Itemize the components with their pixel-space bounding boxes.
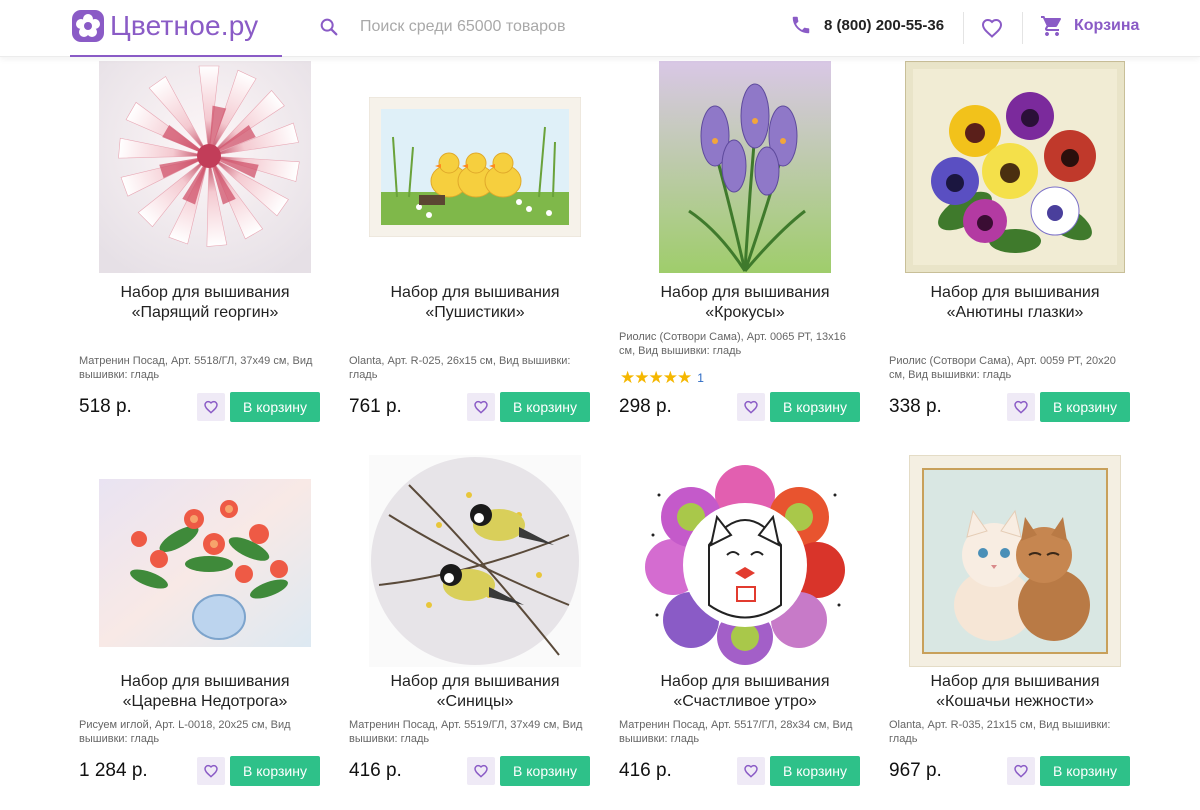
product-price: 1 284 р. (79, 760, 148, 781)
product-image[interactable] (340, 57, 610, 277)
add-to-favorites-button[interactable] (737, 393, 765, 421)
product-price: 338 р. (889, 396, 942, 417)
header-divider (963, 12, 964, 44)
product-image[interactable] (880, 451, 1150, 671)
heart-icon (474, 400, 488, 414)
product-title[interactable]: Набор для вышивания «Парящий георгин» (70, 283, 340, 323)
product-meta: Матренин Посад, Арт. 5518/ГЛ, 37х49 см, … (79, 355, 313, 381)
balsam-vase-image (99, 479, 311, 647)
product-title[interactable]: Набор для вышивания «Пушистики» (340, 283, 610, 323)
add-to-favorites-button[interactable] (737, 757, 765, 785)
search-input[interactable] (360, 18, 720, 36)
product-price: 761 р. (349, 396, 402, 417)
product-title[interactable]: Набор для вышивания «Анютины глазки» (880, 283, 1150, 323)
add-to-favorites-button[interactable] (197, 393, 225, 421)
heart-icon (204, 764, 218, 778)
header-divider (1022, 12, 1023, 44)
add-to-favorites-button[interactable] (197, 757, 225, 785)
product-image[interactable] (340, 451, 610, 671)
product-image[interactable] (880, 57, 1150, 277)
happy-morning-cat-image (639, 455, 851, 667)
logo-underline (70, 55, 282, 57)
add-to-cart-button[interactable]: В корзину (500, 756, 590, 786)
product-image[interactable] (70, 453, 340, 673)
product-price: 416 р. (349, 760, 402, 781)
add-to-cart-button[interactable]: В корзину (230, 392, 320, 422)
add-to-cart-button[interactable]: В корзину (230, 756, 320, 786)
product-title[interactable]: Набор для вышивания «Царевна Недотрога» (70, 672, 340, 712)
product-image[interactable] (610, 451, 880, 671)
cart-label: Корзина (1074, 17, 1140, 34)
heart-icon (204, 400, 218, 414)
add-to-favorites-button[interactable] (1007, 757, 1035, 785)
crocuses-image (659, 61, 831, 273)
add-to-cart-button[interactable]: В корзину (1040, 392, 1130, 422)
product-title[interactable]: Набор для вышивания «Синицы» (340, 672, 610, 712)
add-to-favorites-button[interactable] (467, 393, 495, 421)
product-meta: Матренин Посад, Арт. 5517/ГЛ, 28х34 см, … (619, 719, 853, 745)
product-price: 416 р. (619, 760, 672, 781)
add-to-cart-button[interactable]: В корзину (770, 392, 860, 422)
kittens-image (909, 455, 1121, 667)
cart-icon (1041, 16, 1061, 36)
product-meta: Риолис (Сотвори Сама), Арт. 0065 РТ, 13х… (619, 331, 846, 357)
product-title[interactable]: Набор для вышивания «Крокусы» (610, 283, 880, 323)
star-rating-icon: ★★★★★ (620, 368, 692, 387)
heart-icon (474, 764, 488, 778)
flower-logo-icon (72, 10, 104, 42)
heart-icon (1014, 764, 1028, 778)
site-header: Цветное.ру 8 (800) 200-55-36 Корзина (0, 0, 1200, 57)
product-meta: Olanta, Арт. R-035, 21х15 см, Вид вышивк… (889, 719, 1111, 745)
add-to-cart-button[interactable]: В корзину (1040, 756, 1130, 786)
phone-icon (792, 16, 810, 34)
search-bar (318, 12, 738, 42)
product-rating[interactable]: ★★★★★ 1 (620, 368, 704, 388)
product-price: 967 р. (889, 760, 942, 781)
cart-link[interactable]: Корзина (1040, 14, 1139, 38)
product-price: 518 р. (79, 396, 132, 417)
heart-icon (744, 400, 758, 414)
product-title[interactable]: Набор для вышивания «Кошачьи нежности» (880, 672, 1150, 712)
product-title[interactable]: Набор для вышивания «Счастливое утро» (610, 672, 880, 712)
search-icon[interactable] (318, 16, 340, 38)
pansies-image (905, 61, 1125, 273)
product-meta: Olanta, Арт. R-025, 26х15 см, Вид вышивк… (349, 355, 571, 381)
product-meta: Рисуем иглой, Арт. L-0018, 20х25 см, Вид… (79, 719, 291, 745)
product-price: 298 р. (619, 396, 672, 417)
add-to-cart-button[interactable]: В корзину (770, 756, 860, 786)
site-logo[interactable]: Цветное.ру (70, 6, 258, 46)
phone-block[interactable]: 8 (800) 200-55-36 (790, 14, 944, 36)
heart-icon (1014, 400, 1028, 414)
favorites-heart-icon[interactable] (980, 16, 1004, 40)
add-to-favorites-button[interactable] (1007, 393, 1035, 421)
product-meta: Риолис (Сотвори Сама), Арт. 0059 РТ, 20х… (889, 355, 1116, 381)
add-to-favorites-button[interactable] (467, 757, 495, 785)
dahlia-image (99, 61, 311, 273)
product-image[interactable] (610, 57, 880, 277)
phone-number: 8 (800) 200-55-36 (824, 16, 945, 34)
add-to-cart-button[interactable]: В корзину (500, 392, 590, 422)
product-meta: Матренин Посад, Арт. 5519/ГЛ, 37х49 см, … (349, 719, 583, 745)
chicks-image (369, 97, 581, 237)
rating-count: 1 (697, 371, 704, 385)
heart-icon (744, 764, 758, 778)
product-image[interactable] (70, 57, 340, 277)
titmice-image (369, 455, 581, 667)
logo-text: Цветное.ру (110, 10, 259, 41)
